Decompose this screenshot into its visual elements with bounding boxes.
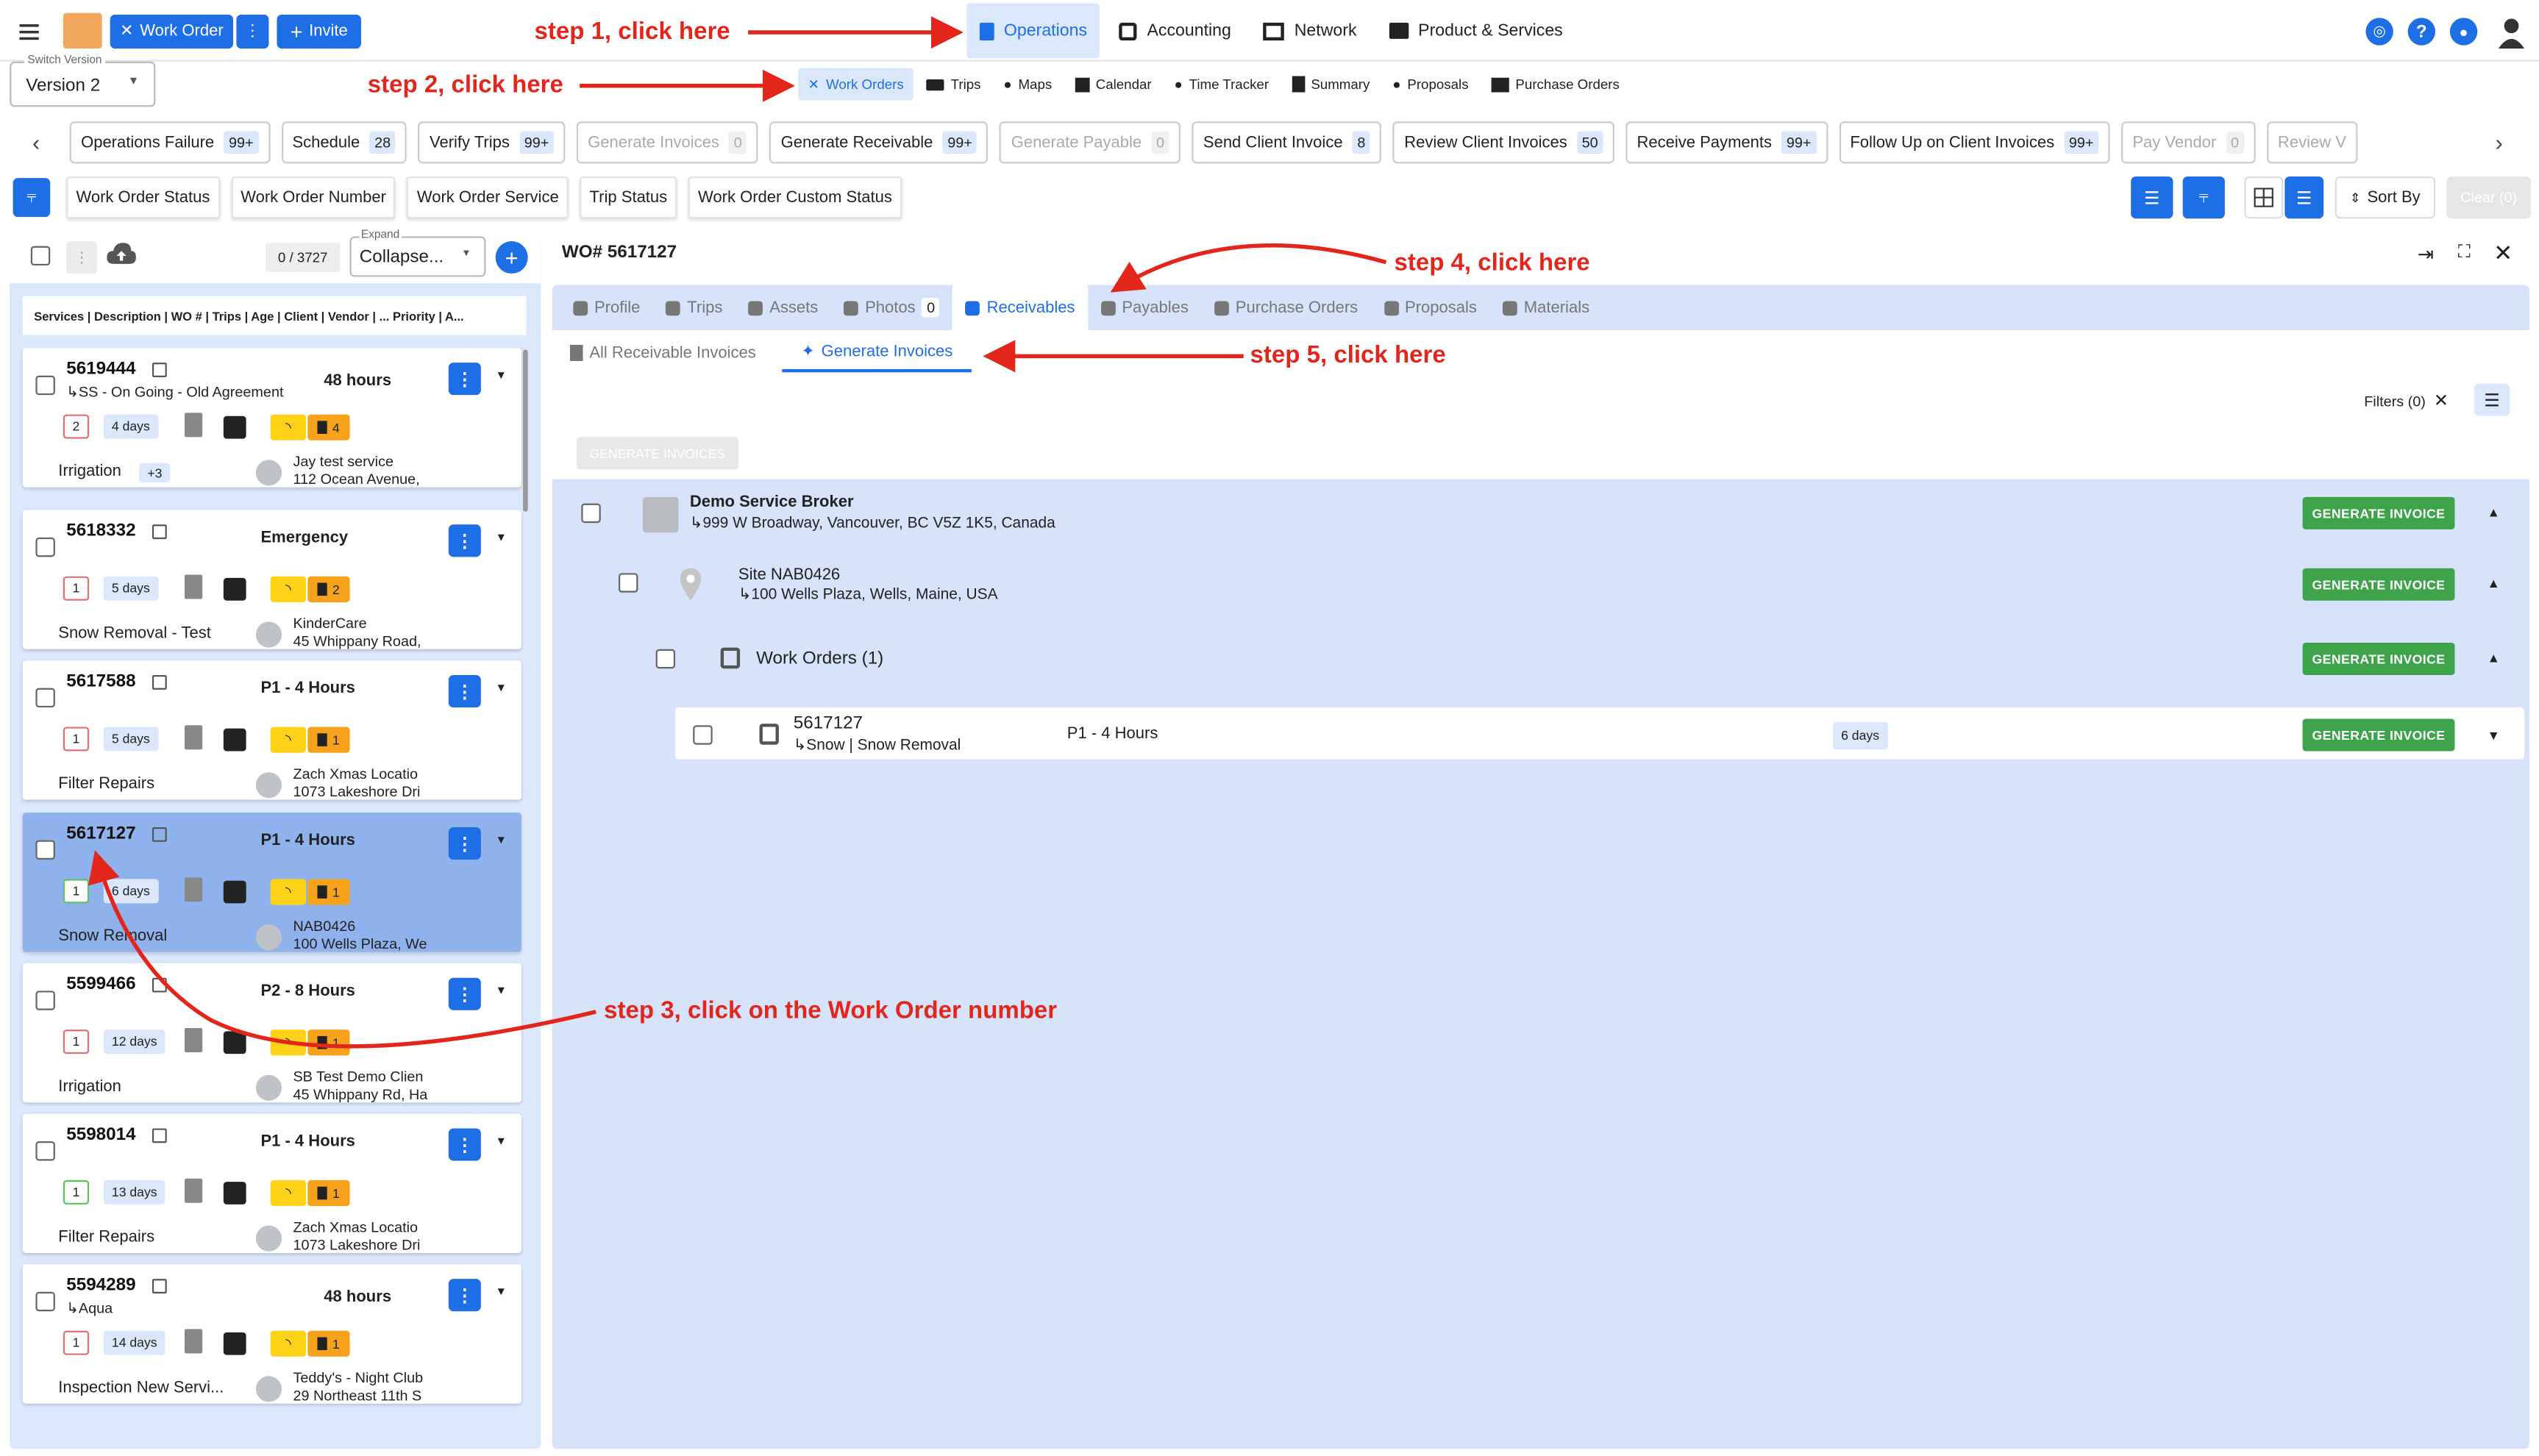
annotation-step3: step 3, click on the Work Order number (604, 997, 1058, 1025)
annotation-step4: step 4, click here (1394, 249, 1590, 277)
arrow-step3 (88, 850, 597, 1049)
annotation-step2: step 2, click here (367, 71, 563, 99)
arrow-step4 (1110, 243, 1387, 293)
annotation-arrows (88, 16, 1387, 1049)
annotation-step5: step 5, click here (1250, 341, 1446, 369)
annotation-step1: step 1, click here (534, 18, 730, 46)
app-root: ✕ Work Order ⋮ + Invite Operations Account… (0, 0, 2539, 1456)
